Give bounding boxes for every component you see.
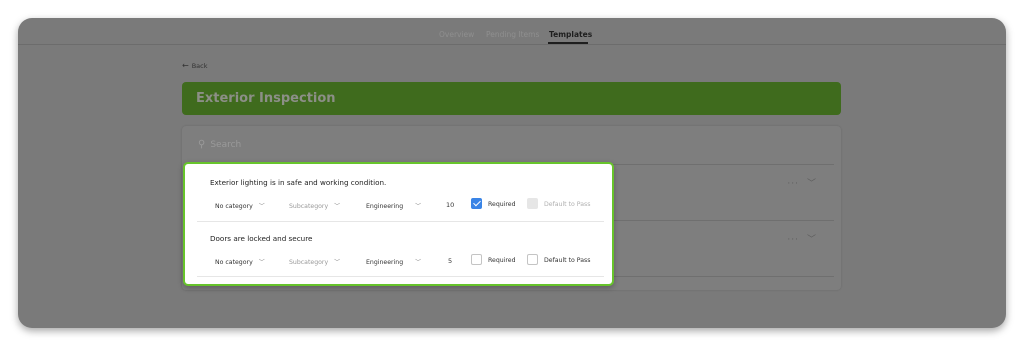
search-placeholder: Search [210,140,242,150]
template-banner: Exterior Inspection [182,82,841,115]
divider [197,221,604,222]
tab-overview[interactable]: Overview [439,30,474,39]
divider [197,276,604,277]
search-input[interactable]: ⚲ Search [198,139,241,150]
chevron-down-icon: ﹀ [334,203,341,210]
required-label: Required [488,257,516,264]
required-checkbox[interactable] [471,198,482,209]
row-actions-2: ··· ﹀ [787,232,817,245]
chevron-down-icon: ﹀ [258,259,265,266]
back-link[interactable]: ← Back [182,61,207,70]
active-tab-indicator [548,42,588,44]
more-icon[interactable]: ··· [787,235,799,245]
points-value[interactable]: 5 [448,257,452,265]
chevron-down-icon: ﹀ [415,203,422,210]
top-nav: Overview Pending Items Templates [18,18,1006,45]
required-label: Required [488,201,516,208]
chevron-down-icon[interactable]: ﹀ [807,179,817,189]
default-to-pass-label: Default to Pass [544,201,591,208]
category-select[interactable]: No category ﹀ [215,257,265,266]
chevron-down-icon: ﹀ [258,203,265,210]
chevron-down-icon: ﹀ [415,259,422,266]
required-checkbox[interactable] [471,254,482,265]
tab-templates[interactable]: Templates [549,30,592,39]
arrow-left-icon: ← [182,61,189,70]
more-icon[interactable]: ··· [787,179,799,189]
department-select[interactable]: Engineering ﹀ [366,201,421,210]
default-to-pass-checkbox[interactable] [527,254,538,265]
default-to-pass-label: Default to Pass [544,257,591,264]
department-select[interactable]: Engineering ﹀ [366,257,421,266]
search-icon: ⚲ [198,139,206,150]
default-to-pass-checkbox[interactable] [527,198,538,209]
points-value[interactable]: 10 [446,201,454,209]
subcategory-select[interactable]: Subcategory ﹀ [289,201,340,210]
chevron-down-icon: ﹀ [334,259,341,266]
row-actions-1: ··· ﹀ [787,176,817,189]
tab-pending-items[interactable]: Pending Items [486,30,539,39]
subcategory-select[interactable]: Subcategory ﹀ [289,257,340,266]
category-select[interactable]: No category ﹀ [215,201,265,210]
chevron-down-icon[interactable]: ﹀ [807,235,817,245]
back-label: Back [191,62,208,70]
template-title: Exterior Inspection [196,91,336,106]
item-title: Doors are locked and secure [210,234,313,243]
expanded-items-card: Exterior lighting is in safe and working… [183,162,614,286]
item-title: Exterior lighting is in safe and working… [210,178,387,187]
